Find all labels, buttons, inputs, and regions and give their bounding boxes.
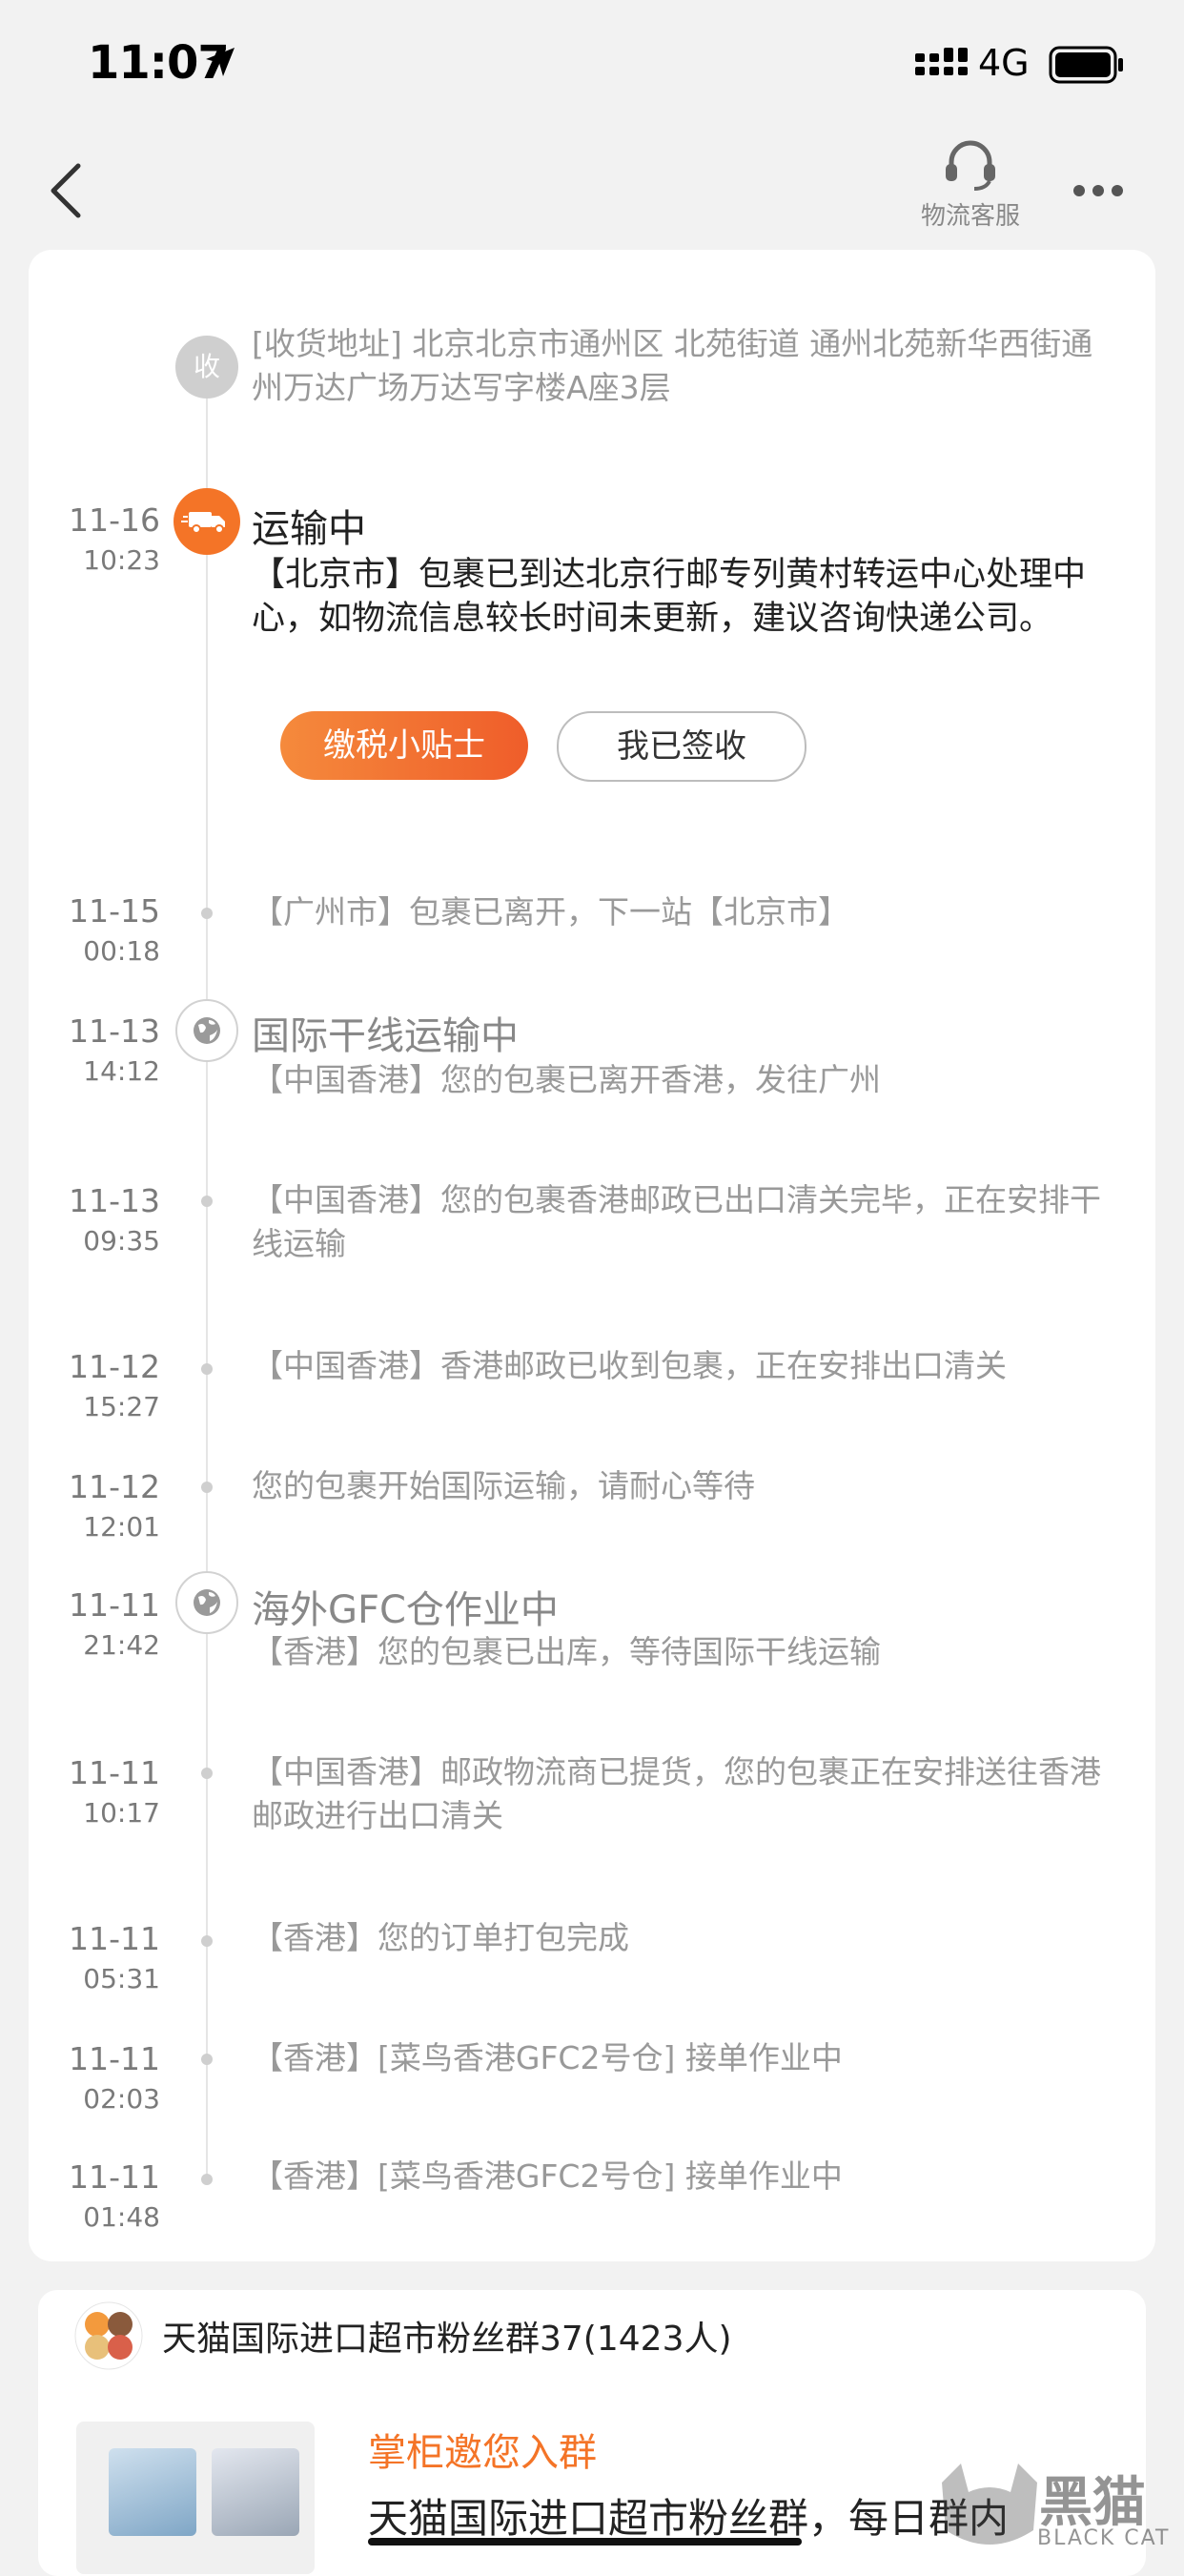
timeline-dot <box>201 1196 213 1207</box>
network-type: 4G <box>978 42 1030 84</box>
event-date: 11-13 14:12 <box>69 1012 160 1087</box>
event-text: 【中国香港】邮政物流商已提货，您的包裹正在安排送往香港邮政进行出口清关 <box>252 1753 1101 1834</box>
group-avatar <box>74 2301 143 2370</box>
event-text: 【广州市】包裹已离开，下一站【北京市】 <box>252 893 849 930</box>
timeline-dot <box>201 1935 213 1947</box>
event-text: 【香港】您的包裹已出库，等待国际干线运输 <box>252 1633 881 1670</box>
receive-badge: 收 <box>175 336 238 399</box>
member-photo <box>212 2448 299 2536</box>
battery-icon <box>1049 46 1123 84</box>
delivery-address: [收货地址] 北京北京市通州区 北苑街道 通州北苑新华西街通州万达广场万达写字楼… <box>252 325 1093 406</box>
group-title[interactable]: 天猫国际进口超市粉丝群37(1423人) <box>162 2311 732 2361</box>
event-text: 您的包裹开始国际运输，请耐心等待 <box>252 1467 755 1504</box>
event-text: 【香港】您的订单打包完成 <box>252 1919 629 1956</box>
event-text: 【香港】[菜鸟香港GFC2号仓] 接单作业中 <box>252 2039 843 2076</box>
nav-bar: 物流客服 <box>0 124 1184 253</box>
current-stage-text: 【北京市】包裹已到达北京行邮专列黄村转运中心处理中心，如物流信息较长时间未更新，… <box>252 556 1087 638</box>
service-label: 物流客服 <box>920 202 1020 231</box>
cellular-signal-icon <box>915 48 968 75</box>
back-arrow-icon[interactable] <box>48 162 86 219</box>
event-date: 11-11 01:48 <box>69 2158 160 2233</box>
event-date: 11-12 12:01 <box>69 1468 160 1543</box>
event-text: 【中国香港】您的包裹已离开香港，发往广州 <box>252 1061 881 1098</box>
timeline-dot <box>201 1363 213 1375</box>
invite-title: 掌柜邀您入群 <box>368 2431 597 2475</box>
headset-icon <box>946 140 995 191</box>
timeline-line <box>206 381 208 2174</box>
event-date: 11-11 05:31 <box>69 1920 160 1994</box>
timeline-dot <box>201 908 213 919</box>
event-text: 【中国香港】您的包裹香港邮政已出口清关完毕，正在安排干线运输 <box>252 1181 1101 1262</box>
globe-icon <box>175 1571 238 1634</box>
tax-tips-button[interactable]: 缴税小贴士 <box>280 711 528 780</box>
stage-title: 海外GFC仓作业中 <box>252 1588 559 1632</box>
watermark-text: 黑猫 <box>1039 2472 1146 2534</box>
event-text: 【香港】[菜鸟香港GFC2号仓] 接单作业中 <box>252 2157 843 2195</box>
timeline-dot <box>201 2054 213 2065</box>
event-date: 11-16 10:23 <box>69 501 160 576</box>
stage-title: 国际干线运输中 <box>252 1014 519 1058</box>
event-date: 11-12 15:27 <box>69 1348 160 1422</box>
truck-icon <box>174 488 240 555</box>
more-icon[interactable] <box>1072 183 1125 198</box>
status-bar: 11:07 4G <box>0 0 1184 124</box>
current-stage-title: 运输中 <box>252 507 366 551</box>
logistics-service-button[interactable]: 物流客服 <box>906 137 1035 232</box>
event-date: 11-13 09:35 <box>69 1182 160 1257</box>
event-date: 11-11 10:17 <box>69 1754 160 1829</box>
globe-icon <box>175 999 238 1062</box>
signed-button[interactable]: 我已签收 <box>557 711 806 782</box>
watermark-subtext: BLACK CAT <box>1037 2526 1171 2550</box>
event-text: 【中国香港】香港邮政已收到包裹，正在安排出口清关 <box>252 1347 1007 1384</box>
underline-mark <box>368 2538 802 2545</box>
group-thumbnails <box>76 2422 315 2574</box>
event-date: 11-11 21:42 <box>69 1586 160 1661</box>
event-date: 11-15 00:18 <box>69 892 160 967</box>
location-arrow-icon <box>206 48 235 76</box>
timeline-dot <box>201 1768 213 1779</box>
timeline-dot <box>201 1482 213 1493</box>
timeline-dot <box>201 2174 213 2185</box>
event-date: 11-11 02:03 <box>69 2040 160 2115</box>
member-photo <box>109 2448 196 2536</box>
